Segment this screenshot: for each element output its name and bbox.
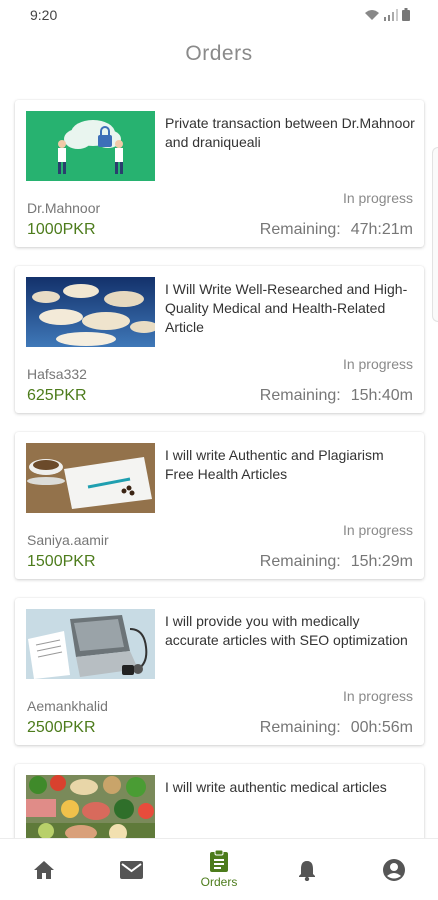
orders-list: Private transaction between Dr.Mahnoor a… <box>15 100 424 900</box>
medical-laptop-image <box>26 609 155 679</box>
remaining-time: 15h:29m <box>350 553 413 570</box>
bottom-nav: Orders <box>0 838 438 900</box>
order-seller: Saniya.aamir <box>27 532 109 548</box>
order-title: I Will Write Well-Researched and High-Qu… <box>165 281 408 335</box>
remaining-time: 15h:40m <box>350 387 413 404</box>
order-price: 2500PKR <box>27 719 96 736</box>
order-card[interactable]: I Will Write Well-Researched and High-Qu… <box>15 266 424 413</box>
home-icon <box>33 860 54 879</box>
order-remaining: Remaining: 00h:56m <box>260 719 413 737</box>
security-illustration-image <box>26 111 155 181</box>
order-remaining: Remaining: 47h:21m <box>260 221 413 239</box>
profile-icon <box>383 858 406 881</box>
order-thumbnail <box>26 277 155 347</box>
status-time: 9:20 <box>30 7 58 23</box>
nav-orders[interactable]: Orders <box>175 839 263 900</box>
battery-icon <box>402 8 410 21</box>
remaining-label: Remaining: <box>259 221 341 238</box>
order-title: I will provide you with medically accura… <box>165 613 408 648</box>
order-status: In progress <box>342 688 413 704</box>
coffee-desk-image <box>26 443 155 513</box>
nav-orders-label: Orders <box>200 875 238 889</box>
order-card[interactable]: I will write Authentic and Plagiarism Fr… <box>15 432 424 579</box>
nav-notifications[interactable] <box>263 839 351 900</box>
order-thumbnail <box>26 443 155 513</box>
remaining-time: 00h:56m <box>350 719 413 736</box>
nav-messages[interactable] <box>88 839 176 900</box>
bell-icon <box>298 860 315 881</box>
sky-clouds-image <box>26 277 155 347</box>
order-title: Private transaction between Dr.Mahnoor a… <box>165 115 415 150</box>
order-status: In progress <box>342 190 413 206</box>
order-card[interactable]: I will provide you with medically accura… <box>15 598 424 745</box>
order-remaining: Remaining: 15h:29m <box>260 553 413 571</box>
page-title: Orders <box>185 42 253 65</box>
healthy-food-image <box>26 775 155 845</box>
signal-icon <box>384 8 398 21</box>
remaining-label: Remaining: <box>259 553 341 570</box>
remaining-time: 47h:21m <box>350 221 413 238</box>
order-price: 1000PKR <box>27 221 96 238</box>
order-card[interactable]: Private transaction between Dr.Mahnoor a… <box>15 100 424 247</box>
wifi-icon <box>365 9 379 20</box>
order-thumbnail <box>26 111 155 181</box>
order-remaining: Remaining: 15h:40m <box>260 387 413 405</box>
status-icons <box>364 8 410 21</box>
order-thumbnail <box>26 609 155 679</box>
order-status: In progress <box>342 356 413 372</box>
order-thumbnail <box>26 775 155 845</box>
order-price: 1500PKR <box>27 553 96 570</box>
order-price: 625PKR <box>27 387 87 404</box>
order-title: I will write authentic medical articles <box>165 779 387 795</box>
order-seller: Dr.Mahnoor <box>27 200 101 216</box>
order-seller: Hafsa332 <box>27 366 87 382</box>
order-seller: Aemankhalid <box>27 698 108 714</box>
nav-home[interactable] <box>0 839 88 900</box>
remaining-label: Remaining: <box>259 719 341 736</box>
mail-icon <box>119 860 143 879</box>
remaining-label: Remaining: <box>259 387 341 404</box>
orders-clipboard-icon <box>209 850 228 872</box>
status-bar: 9:20 <box>0 0 438 30</box>
order-status: In progress <box>342 522 413 538</box>
nav-profile[interactable] <box>350 839 438 900</box>
side-panel-handle[interactable] <box>432 147 438 322</box>
order-title: I will write Authentic and Plagiarism Fr… <box>165 447 384 482</box>
